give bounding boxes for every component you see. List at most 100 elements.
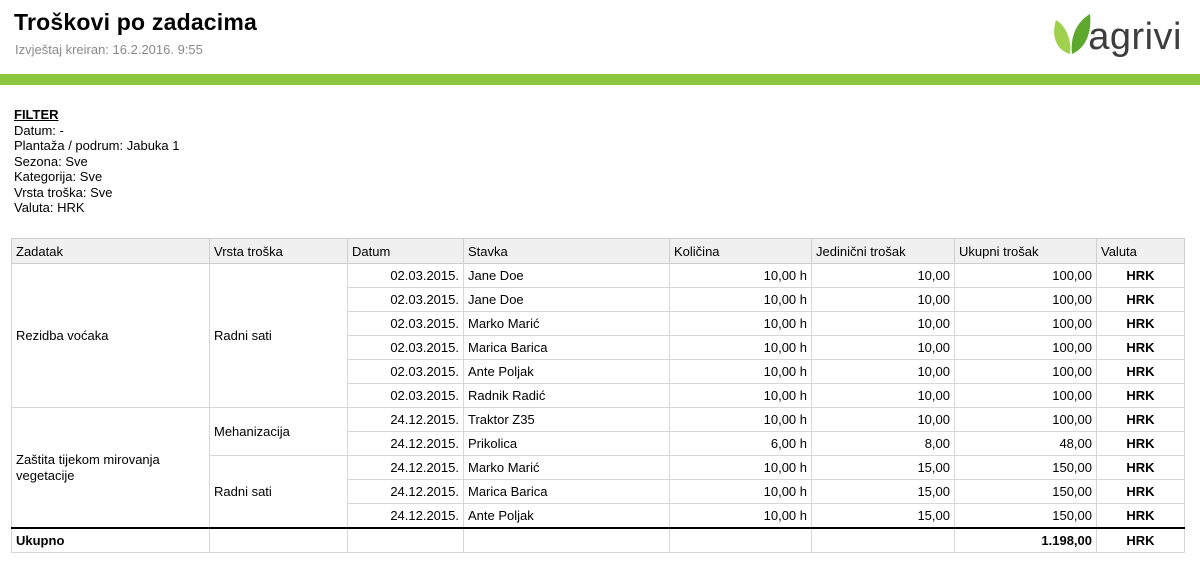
unit-cost-cell: 10,00 (811, 335, 955, 360)
cost-type-cell: Radni sati (209, 455, 348, 529)
cost-table: Zadatak Vrsta troška Datum Stavka Količi… (11, 238, 1185, 553)
currency-cell: HRK (1096, 311, 1185, 336)
table-row: Rezidba voćaka Radni sati 02.03.2015. Ja… (11, 263, 1185, 408)
task-cell: Rezidba voćaka (11, 263, 210, 408)
quantity-cell: 10,00 h (669, 335, 812, 360)
header-divider-bar (0, 74, 1200, 85)
date-cell: 02.03.2015. (347, 359, 464, 384)
filter-cost-type: Vrsta troška: Sve (14, 184, 113, 200)
item-cell: Radnik Radić (463, 383, 670, 408)
header-unit-cost: Jedinični trošak (811, 238, 955, 264)
filter-currency: Valuta: HRK (14, 200, 85, 215)
date-cell: 24.12.2015. (347, 407, 464, 432)
quantity-cell: 10,00 h (669, 287, 812, 312)
quantity-cell: 10,00 h (669, 383, 812, 408)
unit-cost-cell: 10,00 (811, 407, 955, 432)
unit-cost-cell: 10,00 (811, 263, 955, 288)
agrivi-logo: agrivi (1050, 8, 1182, 56)
header-cost-type: Vrsta troška (209, 238, 348, 264)
table-row: Zaštita tijekom mirovanja vegetacije Meh… (11, 407, 1185, 529)
total-cost-cell: 100,00 (954, 311, 1097, 336)
report-header: Troškovi po zadacima Izvještaj kreiran: … (0, 0, 1200, 74)
total-cost-cell: 100,00 (954, 335, 1097, 360)
total-cost-cell: 100,00 (954, 263, 1097, 288)
filter-season: Sezona: Sve (14, 153, 88, 169)
item-cell: Marica Barica (463, 335, 670, 360)
unit-cost-cell: 10,00 (811, 287, 955, 312)
logo-wordmark: agrivi (1088, 16, 1182, 58)
currency-cell: HRK (1096, 263, 1185, 288)
currency-cell: HRK (1096, 455, 1185, 480)
filter-section: FILTER Datum: - Plantaža / podrum: Jabuk… (14, 107, 180, 216)
date-cell: 02.03.2015. (347, 311, 464, 336)
date-cell: 02.03.2015. (347, 383, 464, 408)
quantity-cell: 10,00 h (669, 311, 812, 336)
item-cell: Ante Poljak (463, 503, 670, 529)
unit-cost-cell: 8,00 (811, 431, 955, 456)
currency-cell: HRK (1096, 407, 1185, 432)
total-cost-cell: 150,00 (954, 503, 1097, 529)
header-quantity: Količina (669, 238, 812, 264)
header-date: Datum (347, 238, 464, 264)
unit-cost-cell: 10,00 (811, 359, 955, 384)
date-cell: 02.03.2015. (347, 335, 464, 360)
quantity-cell: 6,00 h (669, 431, 812, 456)
item-cell: Jane Doe (463, 287, 670, 312)
currency-cell: HRK (1096, 359, 1185, 384)
quantity-cell: 10,00 h (669, 263, 812, 288)
item-cell: Prikolica (463, 431, 670, 456)
quantity-cell: 10,00 h (669, 359, 812, 384)
currency-cell: HRK (1096, 287, 1185, 312)
total-cost-cell: 150,00 (954, 479, 1097, 504)
total-currency: HRK (1096, 527, 1185, 553)
date-cell: 02.03.2015. (347, 263, 464, 288)
total-cost-cell: 100,00 (954, 407, 1097, 432)
date-cell: 02.03.2015. (347, 287, 464, 312)
quantity-cell: 10,00 h (669, 455, 812, 480)
table-header-row: Zadatak Vrsta troška Datum Stavka Količi… (11, 238, 1185, 264)
unit-cost-cell: 10,00 (811, 311, 955, 336)
header-currency: Valuta (1096, 238, 1185, 264)
quantity-cell: 10,00 h (669, 479, 812, 504)
task-cell: Zaštita tijekom mirovanja vegetacije (11, 407, 210, 529)
currency-cell: HRK (1096, 503, 1185, 529)
currency-cell: HRK (1096, 335, 1185, 360)
currency-cell: HRK (1096, 383, 1185, 408)
item-cell: Traktor Z35 (463, 407, 670, 432)
total-cost-cell: 100,00 (954, 383, 1097, 408)
header-task: Zadatak (11, 238, 210, 264)
currency-cell: HRK (1096, 431, 1185, 456)
unit-cost-cell: 10,00 (811, 383, 955, 408)
total-cost-cell: 48,00 (954, 431, 1097, 456)
report-title: Troškovi po zadacima (14, 9, 258, 35)
filter-plantation: Plantaža / podrum: Jabuka 1 (14, 138, 180, 153)
date-cell: 24.12.2015. (347, 455, 464, 480)
date-cell: 24.12.2015. (347, 479, 464, 504)
total-cost-cell: 150,00 (954, 455, 1097, 480)
filter-date: Datum: - (14, 122, 64, 138)
cost-type-cell: Mehanizacija (209, 407, 348, 456)
item-cell: Marko Marić (463, 311, 670, 336)
quantity-cell: 10,00 h (669, 407, 812, 432)
total-label: Ukupno (11, 527, 210, 553)
total-cost-cell: 100,00 (954, 359, 1097, 384)
item-cell: Marko Marić (463, 455, 670, 480)
unit-cost-cell: 15,00 (811, 479, 955, 504)
date-cell: 24.12.2015. (347, 431, 464, 456)
leaf-icon (1054, 14, 1091, 54)
total-amount: 1.198,00 (954, 527, 1097, 553)
currency-cell: HRK (1096, 479, 1185, 504)
total-cost-cell: 100,00 (954, 287, 1097, 312)
item-cell: Ante Poljak (463, 359, 670, 384)
filter-category: Kategorija: Sve (14, 169, 103, 184)
total-row: Ukupno 1.198,00 HRK (11, 527, 1185, 553)
unit-cost-cell: 15,00 (811, 455, 955, 480)
header-item: Stavka (463, 238, 670, 264)
quantity-cell: 10,00 h (669, 503, 812, 529)
cost-type-cell: Radni sati (209, 263, 348, 408)
date-cell: 24.12.2015. (347, 503, 464, 529)
item-cell: Jane Doe (463, 263, 670, 288)
item-cell: Marica Barica (463, 479, 670, 504)
unit-cost-cell: 15,00 (811, 503, 955, 529)
filter-title: FILTER (14, 107, 59, 122)
